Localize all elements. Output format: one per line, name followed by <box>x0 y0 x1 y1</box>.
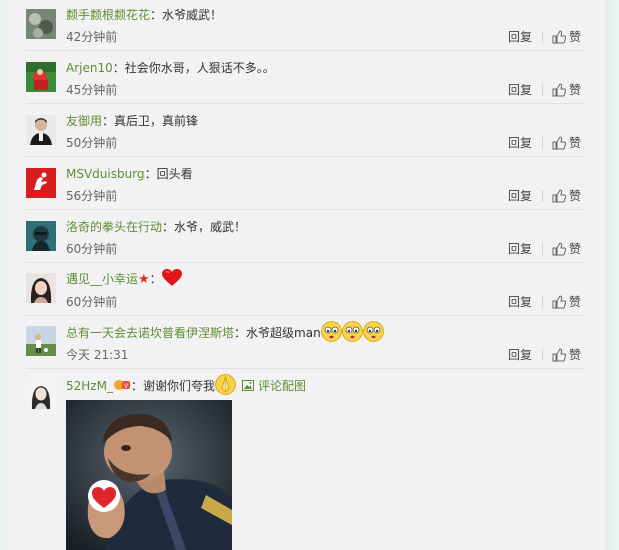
comment-text: 水爷威武！ <box>162 8 223 22</box>
reply-button[interactable]: 回复 <box>508 294 532 310</box>
reply-button[interactable]: 回复 <box>508 82 532 98</box>
comment-time: 60分钟前 <box>66 242 118 256</box>
thumbs-up-icon <box>552 189 567 203</box>
badge-icon: V <box>113 379 131 393</box>
divider <box>26 368 585 369</box>
reply-button[interactable]: 回复 <box>508 135 532 151</box>
comment-text: 社会你水哥，人狠话不多。。 <box>124 61 275 75</box>
comment-image[interactable] <box>66 400 232 550</box>
thumbs-up-icon <box>552 83 567 97</box>
separator: ： <box>112 61 125 75</box>
drool-emoji-icon <box>320 321 342 342</box>
avatar[interactable] <box>26 9 56 39</box>
like-label: 赞 <box>569 189 582 203</box>
pray-emoji-icon <box>214 374 236 395</box>
comment-text: 水爷，威武！ <box>174 220 247 234</box>
like-button[interactable]: 赞 <box>552 347 581 363</box>
action-divider <box>542 31 544 43</box>
star-icon: ★ <box>138 272 150 287</box>
like-label: 赞 <box>569 83 582 97</box>
separator: ： <box>150 8 163 22</box>
comment-time: 45分钟前 <box>66 83 118 97</box>
separator: ： <box>144 167 157 181</box>
avatar[interactable] <box>26 168 56 198</box>
reply-button[interactable]: 回复 <box>508 188 532 204</box>
heart-icon <box>161 269 182 294</box>
reply-button[interactable]: 回复 <box>508 347 532 363</box>
divider <box>26 50 585 51</box>
like-label: 赞 <box>569 295 582 309</box>
divider <box>26 156 585 157</box>
like-label: 赞 <box>569 30 582 44</box>
comment-time: 60分钟前 <box>66 295 118 309</box>
avatar[interactable] <box>26 326 56 356</box>
comment-time: 50分钟前 <box>66 136 118 150</box>
page-edge <box>606 0 619 550</box>
drool-emoji-icon <box>341 321 363 342</box>
divider <box>26 315 585 316</box>
divider <box>26 262 585 263</box>
comment-text: 谢谢你们夸我 <box>142 379 215 393</box>
action-divider <box>542 190 544 202</box>
comment-panel: 颣手颣根颣花花：水爷威武！ 42分钟前 回复赞 Arjen10：社会你水哥，人狠… <box>10 0 606 550</box>
comment-text: 回头看 <box>156 167 193 181</box>
divider <box>26 103 585 104</box>
drool-emoji-icon <box>362 321 384 342</box>
action-divider <box>542 137 544 149</box>
action-divider <box>542 84 544 96</box>
like-label: 赞 <box>569 242 582 256</box>
like-label: 赞 <box>569 136 582 150</box>
action-divider <box>542 296 544 308</box>
reply-button[interactable]: 回复 <box>508 241 532 257</box>
comment-text: 水爷超级man <box>246 326 321 340</box>
separator: ： <box>130 379 143 393</box>
like-button[interactable]: 赞 <box>552 82 581 98</box>
image-link-label[interactable]: 评论配图 <box>258 379 306 393</box>
like-button[interactable]: 赞 <box>552 188 581 204</box>
action-divider <box>542 349 544 361</box>
comment-author[interactable]: 总有一天会去诺坎普看伊涅斯塔 <box>66 326 234 340</box>
separator: ： <box>162 220 175 234</box>
comment-text: 真后卫，真前锋 <box>114 114 199 128</box>
comment-author[interactable]: 52HzM_ <box>66 379 113 393</box>
comment-time: 56分钟前 <box>66 189 118 203</box>
like-label: 赞 <box>569 348 582 362</box>
like-button[interactable]: 赞 <box>552 294 581 310</box>
separator: ： <box>234 326 247 340</box>
separator: ： <box>149 272 162 286</box>
action-divider <box>542 243 544 255</box>
thumbs-up-icon <box>552 242 567 256</box>
comment-time: 42分钟前 <box>66 30 118 44</box>
comment-author[interactable]: 友御用 <box>66 114 102 128</box>
comment-author[interactable]: 颣手颣根颣花花 <box>66 8 150 22</box>
comment-author[interactable]: 遇见__小幸运 <box>66 272 138 286</box>
thumbs-up-icon <box>552 348 567 362</box>
separator: ： <box>102 114 115 128</box>
avatar[interactable] <box>26 115 56 145</box>
comment-image-link[interactable]: 评论配图 <box>241 379 306 393</box>
avatar[interactable] <box>26 273 56 303</box>
avatar[interactable] <box>26 379 56 409</box>
thumbs-up-icon <box>552 136 567 150</box>
reply-button[interactable]: 回复 <box>508 29 532 45</box>
thumbs-up-icon <box>552 295 567 309</box>
like-button[interactable]: 赞 <box>552 241 581 257</box>
like-button[interactable]: 赞 <box>552 29 581 45</box>
like-button[interactable]: 赞 <box>552 135 581 151</box>
avatar[interactable] <box>26 62 56 92</box>
divider <box>26 209 585 210</box>
comment-author[interactable]: Arjen10 <box>66 61 113 75</box>
thumbs-up-icon <box>552 30 567 44</box>
comment-author[interactable]: MSVduisburg <box>66 167 145 181</box>
comment-author[interactable]: 洛奇的拳头在行动 <box>66 220 162 234</box>
comment-time: 今天 21:31 <box>66 348 129 362</box>
avatar[interactable] <box>26 221 56 251</box>
image-icon <box>241 380 254 391</box>
